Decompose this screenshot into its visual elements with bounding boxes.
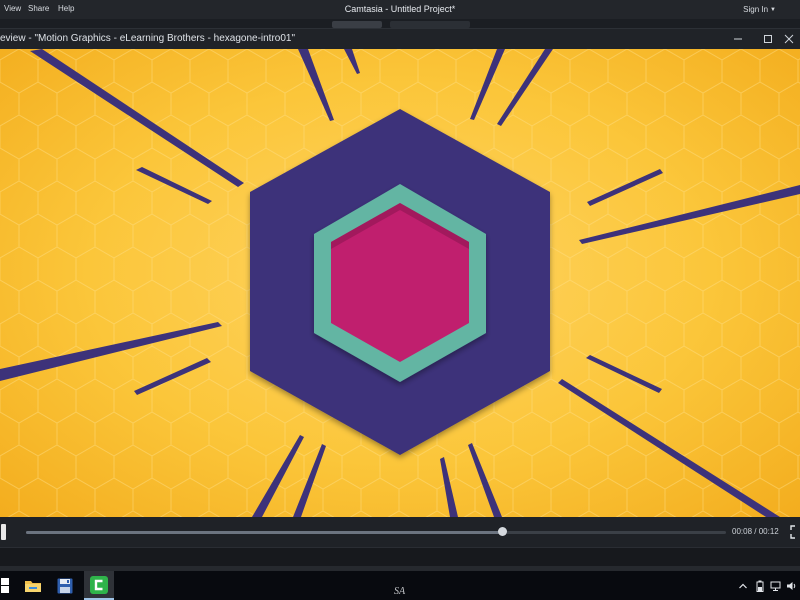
preview-window-bar: eview - "Motion Graphics - eLearning Bro…	[0, 28, 800, 49]
camtasia-icon[interactable]	[84, 571, 114, 600]
sign-in-label: Sign In	[743, 5, 769, 14]
menu-item-view[interactable]: View	[4, 4, 21, 13]
network-icon[interactable]	[770, 571, 782, 600]
menu-bar: View Share Help Camtasia - Untitled Proj…	[0, 0, 800, 19]
chevron-down-icon: ▼	[770, 6, 776, 13]
toolbar-control-secondary[interactable]	[390, 21, 470, 28]
hexagon-intro-graphic	[0, 49, 800, 517]
floppy-disk-icon[interactable]	[50, 571, 80, 600]
windows-start-icon[interactable]	[0, 571, 16, 600]
time-separator: /	[752, 527, 759, 536]
time-readout: 00:08 / 00:12	[732, 527, 779, 536]
maximize-icon[interactable]	[760, 31, 776, 47]
windows-taskbar: SA	[0, 571, 800, 600]
current-time: 00:08	[732, 527, 753, 536]
close-icon[interactable]	[781, 31, 797, 47]
playback-controls: 00:08 / 00:12	[0, 517, 800, 547]
timeline-strip	[0, 547, 800, 566]
minimize-icon[interactable]	[730, 31, 746, 47]
taskbar-user-initials: SA	[394, 586, 406, 597]
camtasia-app-window: View Share Help Camtasia - Untitled Proj…	[0, 0, 800, 600]
menu-item-help[interactable]: Help	[58, 4, 74, 13]
sign-in-button[interactable]: Sign In ▼	[743, 5, 776, 14]
total-time: 00:12	[758, 527, 779, 536]
video-preview-canvas[interactable]	[0, 49, 800, 517]
preview-window-title: eview - "Motion Graphics - eLearning Bro…	[0, 33, 296, 44]
app-title: Camtasia - Untitled Project*	[344, 4, 456, 14]
scrub-progress	[26, 531, 502, 534]
chevron-up-icon[interactable]	[738, 571, 748, 600]
fullscreen-icon[interactable]	[790, 525, 800, 539]
play-pause-button[interactable]	[1, 524, 6, 540]
menu-item-share[interactable]: Share	[28, 4, 49, 13]
scrub-handle[interactable]	[498, 527, 507, 536]
scrub-bar[interactable]	[26, 531, 726, 534]
battery-icon[interactable]	[756, 571, 764, 600]
volume-icon[interactable]	[786, 571, 798, 600]
file-explorer-icon[interactable]	[18, 571, 48, 600]
toolbar-control[interactable]	[332, 21, 382, 28]
